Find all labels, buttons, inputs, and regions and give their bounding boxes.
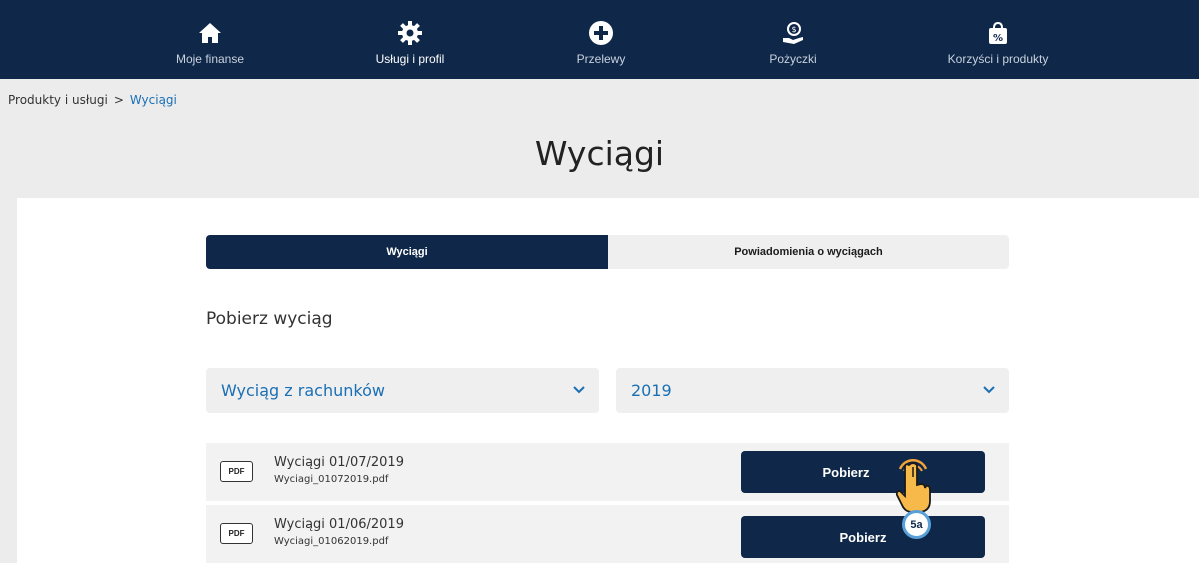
download-button-label: Pobierz: [839, 529, 887, 545]
statement-filename: Wyciagi_01062019.pdf: [274, 536, 389, 547]
nav-label: Korzyści i produkty: [947, 52, 1049, 66]
nav-item-przelewy[interactable]: Przelewy: [521, 0, 681, 79]
tab-powiadomienia[interactable]: Powiadomienia o wyciągach: [608, 235, 1009, 269]
section-title: Pobierz wyciąg: [206, 309, 333, 329]
top-navigation: Moje finanse Usługi i profil Przelewy $ …: [0, 0, 1199, 79]
download-button[interactable]: Pobierz: [741, 451, 985, 493]
tab-wyciagi[interactable]: Wyciągi: [206, 235, 608, 269]
breadcrumb: Produkty i usługi > Wyciągi: [8, 93, 177, 107]
nav-label: Przelewy: [576, 52, 626, 66]
nav-label: Usługi i profil: [375, 52, 445, 66]
hand-cursor-icon: [895, 459, 931, 513]
statement-type-select[interactable]: Wyciąg z rachunków: [206, 368, 599, 413]
download-button[interactable]: Pobierz: [741, 516, 985, 558]
nav-item-uslugi-i-profil[interactable]: Usługi i profil: [330, 0, 490, 79]
nav-label: Moje finanse: [175, 52, 245, 66]
svg-text:$: $: [791, 25, 796, 34]
home-icon: [199, 23, 221, 43]
money-hand-icon: $: [783, 22, 803, 44]
nav-item-pozyczki[interactable]: $ Pożyczki: [713, 0, 873, 79]
tab-bar: Wyciągi Powiadomienia o wyciągach: [206, 235, 1009, 269]
chevron-down-icon: [573, 386, 585, 394]
statement-title: Wyciągi 01/06/2019: [274, 517, 404, 532]
year-select[interactable]: 2019: [616, 368, 1009, 413]
statement-type-value: Wyciąg z rachunków: [221, 381, 385, 400]
nav-item-korzysci-i-produkty[interactable]: % Korzyści i produkty: [918, 0, 1078, 79]
pdf-icon: PDF: [220, 461, 253, 482]
percent-bag-icon: %: [989, 21, 1007, 44]
plus-circle-icon: [589, 21, 613, 45]
page-title: Wyciągi: [534, 134, 665, 173]
breadcrumb-current[interactable]: Wyciągi: [130, 93, 177, 107]
year-value: 2019: [631, 381, 672, 400]
download-button-label: Pobierz: [822, 464, 870, 480]
pdf-icon: PDF: [220, 523, 253, 544]
statement-title: Wyciągi 01/07/2019: [274, 455, 404, 470]
step-badge: 5a: [902, 510, 931, 539]
breadcrumb-root[interactable]: Produkty i usługi: [8, 93, 108, 107]
nav-label: Pożyczki: [769, 52, 817, 66]
nav-item-moje-finanse[interactable]: Moje finanse: [130, 0, 290, 79]
chevron-down-icon: [983, 386, 995, 394]
gear-icon: [398, 21, 422, 45]
breadcrumb-separator: >: [113, 93, 124, 107]
svg-text:%: %: [993, 33, 1003, 44]
statement-filename: Wyciagi_01072019.pdf: [274, 474, 389, 485]
